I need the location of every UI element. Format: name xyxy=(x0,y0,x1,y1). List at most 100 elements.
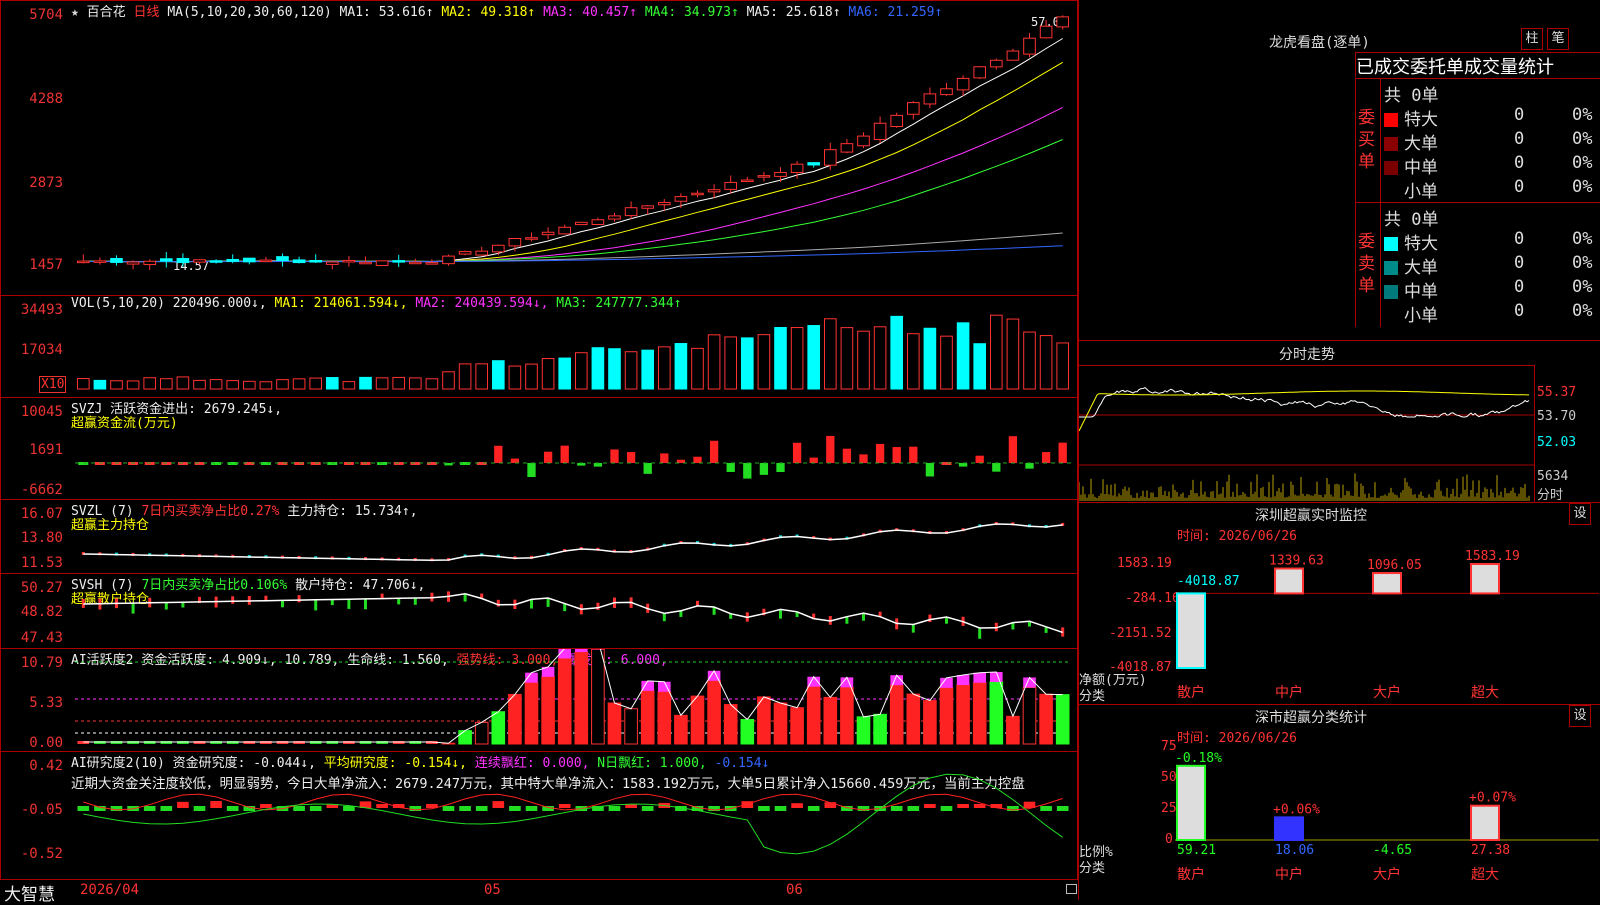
research-bar xyxy=(160,806,172,811)
candle-body xyxy=(858,136,870,146)
ai-bar xyxy=(658,692,671,744)
research-bar xyxy=(559,804,571,808)
svsh-chart[interactable] xyxy=(1,574,1079,650)
volume-bar xyxy=(941,336,953,389)
color-swatch xyxy=(1384,261,1398,275)
ai-bar xyxy=(724,705,737,744)
ai-research-pane[interactable]: AI研究度2(10) 资金研究度: -0.044↓, 平均研究度: -0.154… xyxy=(0,751,1078,880)
volume-bar xyxy=(293,379,305,389)
fs-vol-tick: 5634 xyxy=(1537,469,1568,484)
st-bar-3 xyxy=(1471,806,1499,840)
buy-row-0: 特大00% xyxy=(1384,105,1600,130)
volume-pane[interactable]: VOL(5,10,20) 220496.000↓, MA1: 214061.59… xyxy=(0,295,1078,398)
sz-bar-chart[interactable]: -4018.87散户1339.63中户1096.05大户1583.19超大 xyxy=(1079,503,1600,705)
research-bar xyxy=(77,806,89,811)
volume-bar xyxy=(127,381,139,389)
svsh-tick xyxy=(530,599,533,608)
svzl-chart[interactable] xyxy=(1,500,1079,575)
svsh-tick xyxy=(779,609,782,618)
volume-bar xyxy=(94,380,106,389)
ai-burst-bar xyxy=(990,672,1003,682)
ai2-chart[interactable] xyxy=(1,752,1079,881)
volume-bar xyxy=(426,379,438,389)
st-cat-label-2: 大户 xyxy=(1373,866,1401,883)
ma1-line xyxy=(83,39,1062,262)
fenshi-pane[interactable]: 分时走势 55.37 53.70 52.03 5634 分时 xyxy=(1079,340,1600,503)
order-pct: 0% xyxy=(1572,253,1592,273)
candle-body xyxy=(874,123,886,139)
flow-bar xyxy=(743,463,751,479)
research-bar xyxy=(443,806,455,811)
flow-bar xyxy=(760,463,768,475)
zhu-button[interactable]: 柱 xyxy=(1521,28,1543,50)
order-count: 0 xyxy=(1514,153,1524,173)
svsh-pane[interactable]: SVSH (7) 7日内买卖净占比0.106% 散户持仓: 47.706↓, 超… xyxy=(0,573,1078,649)
ai-active-pane[interactable]: AI活跃度2 资金活跃度: 4.909↓, 10.789, 生命线: 1.560… xyxy=(0,648,1078,752)
st-bar-0 xyxy=(1177,766,1205,840)
kline-chart[interactable] xyxy=(1,1,1079,297)
candle-body xyxy=(924,94,936,104)
candle-body xyxy=(144,261,156,264)
svzj-chart[interactable] xyxy=(1,398,1079,501)
flow-bar xyxy=(693,457,701,463)
svzj-pane[interactable]: SVZJ 活跃资金进出: 2679.245↓, 超赢资金流(万元) 10045 … xyxy=(0,397,1078,500)
flow-bar xyxy=(810,458,818,463)
volume-bar xyxy=(924,328,936,389)
tab-done[interactable]: 已成交 xyxy=(1356,57,1410,78)
ai-bar xyxy=(675,715,688,744)
order-pct: 0% xyxy=(1572,129,1592,149)
tab-orders[interactable]: 委托单 xyxy=(1410,57,1464,78)
candle-body xyxy=(77,261,89,263)
research-bar xyxy=(974,804,986,808)
lhk-title: 龙虎看盘(逐单) xyxy=(1269,32,1370,52)
flow-bar xyxy=(1025,463,1033,469)
ai1-chart[interactable] xyxy=(1,649,1079,753)
color-swatch xyxy=(1384,285,1398,299)
sz-stats-pane[interactable]: 深市超赢分类统计 设 时间: 2026/06/26 75 50 25 0 比例%… xyxy=(1079,704,1600,901)
st-cat-label-0: 散户 xyxy=(1177,866,1205,883)
research-bar xyxy=(343,806,355,811)
research-bar xyxy=(1040,806,1052,811)
fs-vol-label: 分时 xyxy=(1537,484,1563,503)
candle-body xyxy=(277,257,289,261)
candle-body xyxy=(675,197,687,202)
date-label-1: 2026/04 xyxy=(80,882,139,898)
sz-monitor-pane[interactable]: 深圳超赢实时监控 设 时间: 2026/06/26 1583.19 -284.1… xyxy=(1079,502,1600,705)
fenshi-chart[interactable] xyxy=(1079,341,1535,503)
order-pct: 0% xyxy=(1572,153,1592,173)
sz-bar-2 xyxy=(1373,573,1401,593)
candle-body xyxy=(509,239,521,246)
sz-bar-0 xyxy=(1177,593,1205,668)
research-bar xyxy=(891,806,903,811)
color-swatch xyxy=(1384,137,1398,151)
kline-pane[interactable]: ★ 百合花 日线 MA(5,10,20,30,60,120) MA1: 53.6… xyxy=(0,0,1078,296)
fs-avg-line xyxy=(1079,391,1529,431)
candle-body xyxy=(741,180,753,182)
research-bar xyxy=(243,806,255,811)
candle-body xyxy=(692,193,704,195)
candle-body xyxy=(775,173,787,177)
lock-icon[interactable] xyxy=(1066,884,1077,894)
candle-body xyxy=(725,182,737,189)
volume-bar xyxy=(144,378,156,389)
svsh-tick xyxy=(663,613,666,621)
ai-bar xyxy=(542,677,555,744)
volume-bar xyxy=(492,361,504,389)
svzl-pane[interactable]: SVZL (7) 7日内买卖净占比0.27% 主力持仓: 15.734↑, 超赢… xyxy=(0,499,1078,574)
volume-bar xyxy=(243,381,255,389)
candle-body xyxy=(426,263,438,265)
tab-volume-stats[interactable]: 成交量统计 xyxy=(1464,57,1554,78)
bi-button[interactable]: 笔 xyxy=(1547,28,1569,50)
candle-body xyxy=(957,78,969,89)
st-bar-chart[interactable]: -0.18%59.21散户+0.06%18.06中户-4.65大户+0.07%2… xyxy=(1079,705,1600,901)
flow-bar xyxy=(876,444,884,463)
volume-chart[interactable] xyxy=(1,296,1079,399)
research-bar xyxy=(177,802,189,808)
candle-body xyxy=(376,261,388,266)
ai-burst-bar xyxy=(940,678,953,688)
candle-body xyxy=(526,238,538,240)
candle-body xyxy=(891,115,903,126)
volume-bar xyxy=(758,335,770,389)
flow-bar xyxy=(992,463,1000,472)
ma2-line xyxy=(83,62,1062,261)
